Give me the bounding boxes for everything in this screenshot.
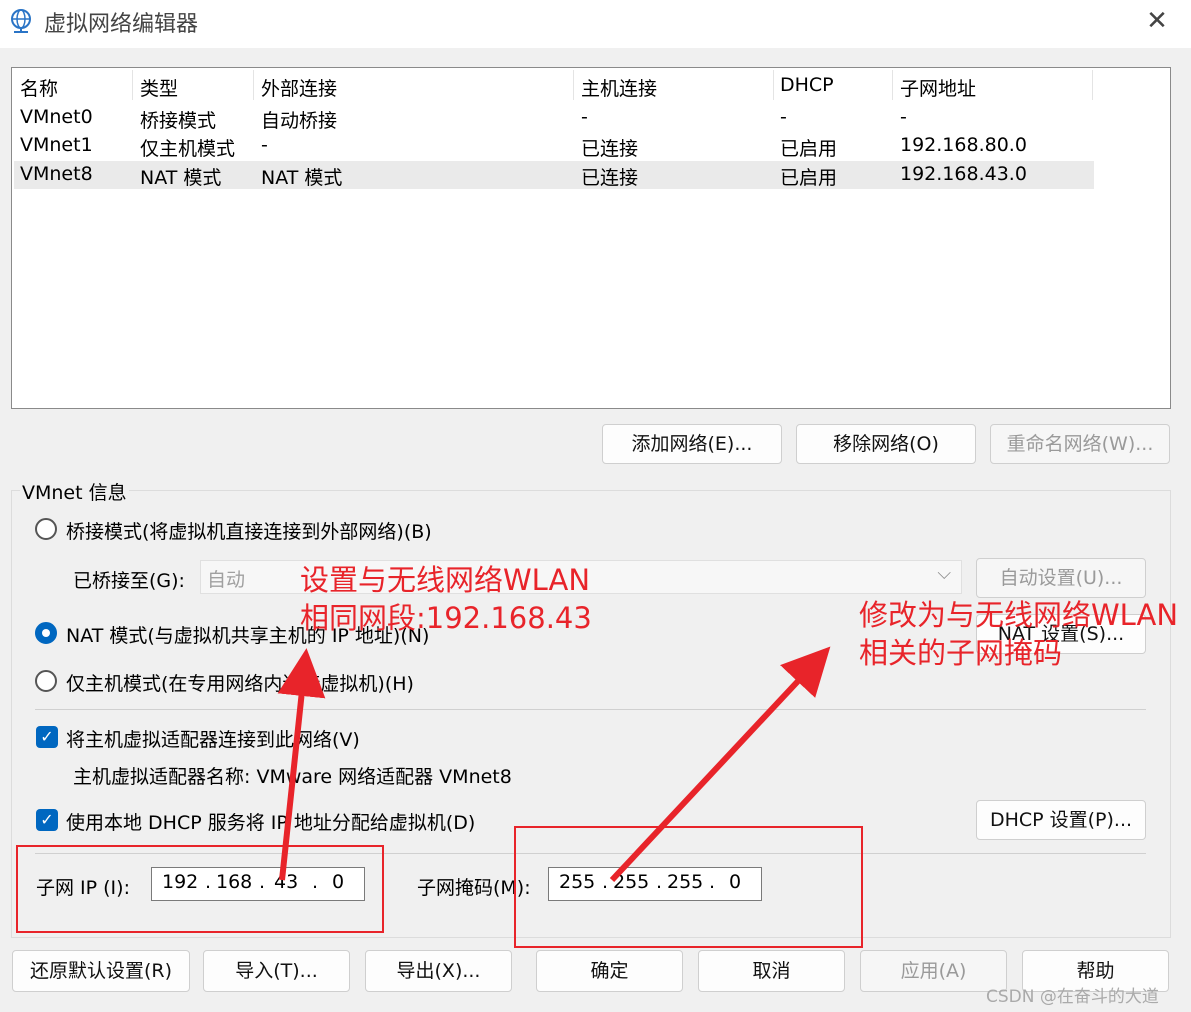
annotation-line: 设置与无线网络WLAN <box>300 563 591 597</box>
annotation-arrows <box>277 646 831 883</box>
annotation-line: 修改为与无线网络WLAN <box>859 598 1179 632</box>
arrow-to-subnet-ip <box>277 648 326 881</box>
annotation-subnet-ip: 设置与无线网络WLAN 相同网段:192.168.43 <box>300 561 592 637</box>
annotation-line: 相关的子网掩码 <box>859 636 1063 670</box>
annotation-subnet-mask: 修改为与无线网络WLAN 相关的子网掩码 <box>859 596 1178 672</box>
watermark: CSDN @在奋斗的大道 <box>986 987 1159 1007</box>
annotation-line: 相同网段:192.168.43 <box>300 601 592 635</box>
arrow-to-subnet-mask <box>609 646 831 883</box>
